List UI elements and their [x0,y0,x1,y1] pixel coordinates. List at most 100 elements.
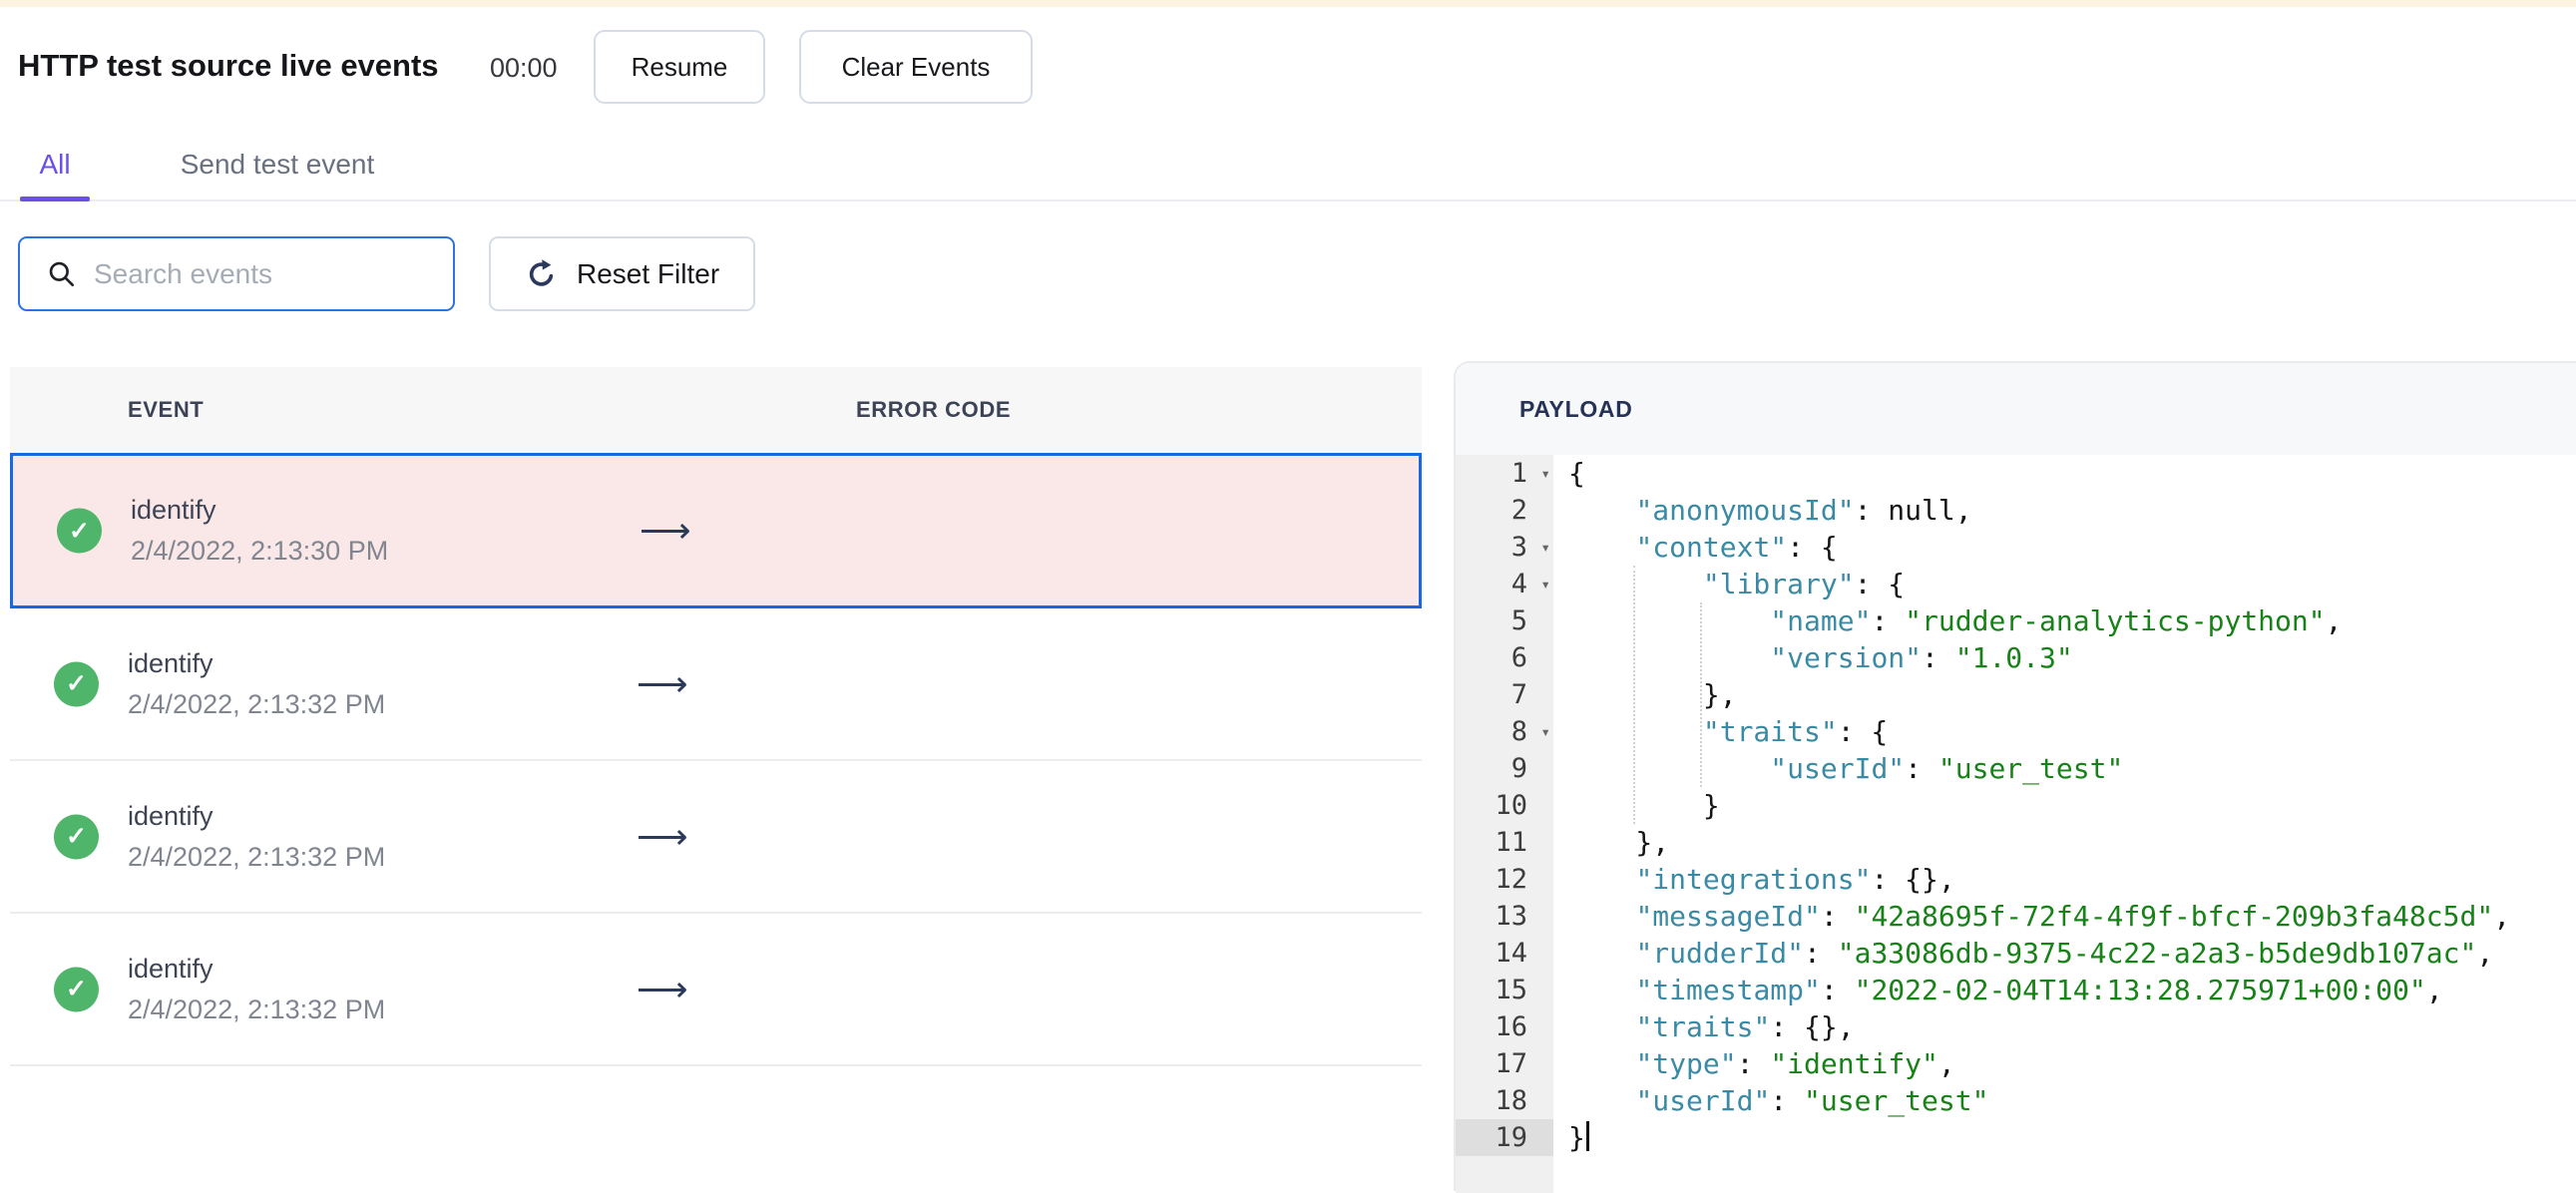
fold-arrow-icon[interactable]: ▾ [1540,713,1550,750]
event-row-inner: ✓ identify 2/4/2022, 2:13:32 PM ⟶ [10,761,1422,912]
json-punctuation: : [1770,1084,1805,1117]
success-check-icon: ✓ [54,814,99,859]
json-punctuation: } [1568,1121,1585,1154]
event-row[interactable]: ✓ identify 2/4/2022, 2:13:32 PM ⟶ [10,608,1422,761]
json-punctuation [1568,715,1703,748]
success-check-icon: ✓ [54,967,99,1011]
json-key: "traits" [1635,1010,1771,1043]
json-punctuation: } [1568,789,1720,822]
resume-button[interactable]: Resume [594,30,765,104]
event-name: identify [128,800,214,831]
event-row[interactable]: ✓ identify 2/4/2022, 2:13:32 PM ⟶ [10,914,1422,1066]
json-string-value: "rudder-analytics-python" [1905,604,2326,637]
fold-arrow-icon[interactable]: ▾ [1540,529,1550,566]
gutter-line-number: 12 [1495,864,1527,895]
open-event-arrow-icon[interactable]: ⟶ [637,663,688,705]
json-punctuation: : {}, [1871,863,1955,896]
json-code-line[interactable]: { [1568,455,2576,492]
event-timestamp: 2/4/2022, 2:13:32 PM [128,688,386,719]
json-string-value: "identify" [1770,1047,1938,1080]
event-text: identify 2/4/2022, 2:13:30 PM [131,495,388,567]
open-event-arrow-icon[interactable]: ⟶ [637,969,688,1010]
json-string-value: "a33086db-9375-4c22-a2a3-b5de9db107ac" [1837,937,2477,970]
payload-header: PAYLOAD [1456,363,2576,455]
json-punctuation [1568,752,1770,785]
gutter-line-number: 19 [1456,1119,1553,1156]
event-name: identify [128,953,214,984]
indent-guide [1633,566,1635,824]
event-text: identify 2/4/2022, 2:13:32 PM [128,801,385,873]
json-punctuation [1568,900,1635,933]
json-code-line[interactable]: "rudderId": "a33086db-9375-4c22-a2a3-b5d… [1568,935,2576,972]
reset-filter-button[interactable]: Reset Filter [489,236,756,311]
gutter-line-number: 2 [1510,495,1527,526]
json-code-line[interactable]: "userId": "user_test" [1568,750,2576,787]
json-punctuation [1568,641,1770,674]
json-code-line[interactable]: "name": "rudder-analytics-python", [1568,602,2576,639]
json-punctuation: , [2476,937,2494,970]
json-punctuation [1568,494,1635,527]
json-code-line[interactable]: }, [1568,824,2576,861]
event-text: identify 2/4/2022, 2:13:32 PM [128,954,385,1025]
top-accent-bar [0,0,2576,7]
json-code-line[interactable]: "integrations": {}, [1568,861,2576,898]
payload-title: PAYLOAD [1519,395,1633,422]
json-string-value: "1.0.3" [1954,641,2073,674]
json-code-line[interactable]: "type": "identify", [1568,1045,2576,1082]
json-punctuation: , [2325,604,2343,637]
json-key: "timestamp" [1635,974,1821,1006]
json-code-line[interactable]: "traits": {}, [1568,1008,2576,1045]
payload-json-editor[interactable]: 1 ▾ 2 3 ▾ 4 ▾ 5 6 7 8 ▾ 9 10 11 12 13 14 15 16 17 18 19 { "ano… [1456,455,2576,1193]
event-name: identify [131,495,216,525]
editor-gutter: 1 ▾ 2 3 ▾ 4 ▾ 5 6 7 8 ▾ 9 10 11 12 13 14 15 16 17 18 19 [1456,455,1553,1193]
gutter-line-number: 16 [1495,1011,1527,1042]
json-punctuation: : [1820,974,1855,1006]
json-punctuation: : [1922,641,1955,674]
json-punctuation: : [1820,900,1855,933]
json-key: "userId" [1635,1084,1771,1117]
tab-send-test-event[interactable]: Send test event [175,130,380,199]
open-event-arrow-icon[interactable]: ⟶ [640,510,691,552]
tab-all[interactable]: All [20,130,90,201]
event-rows: ✓ identify 2/4/2022, 2:13:30 PM ⟶ ✓ iden… [10,453,1422,1066]
json-code-line[interactable]: "context": { [1568,529,2576,566]
json-code-line[interactable]: "messageId": "42a8695f-72f4-4f9f-bfcf-20… [1568,898,2576,935]
json-punctuation [1568,1084,1635,1117]
json-code-line[interactable]: }, [1568,676,2576,713]
event-row-inner: ✓ identify 2/4/2022, 2:13:30 PM ⟶ [13,456,1419,605]
json-code-line[interactable]: "userId": "user_test" [1568,1082,2576,1119]
json-string-value: "user_test" [1937,752,2124,785]
json-punctuation [1568,1010,1635,1043]
column-header-event: EVENT [128,397,205,422]
success-check-icon: ✓ [54,661,99,706]
json-code-line[interactable]: } [1568,787,2576,824]
session-timer: 00:00 [490,53,558,83]
json-key: "context" [1635,531,1788,564]
open-event-arrow-icon[interactable]: ⟶ [637,816,688,858]
json-punctuation: : [1804,937,1838,970]
json-code-line[interactable]: "timestamp": "2022-02-04T14:13:28.275971… [1568,972,2576,1008]
tab-bar: All Send test event [0,130,2576,201]
fold-arrow-icon[interactable]: ▾ [1540,566,1550,602]
json-code-line[interactable]: "version": "1.0.3" [1568,639,2576,676]
event-row-inner: ✓ identify 2/4/2022, 2:13:32 PM ⟶ [10,914,1422,1064]
search-events-input[interactable] [94,257,433,290]
json-punctuation: , [2425,974,2443,1006]
event-row[interactable]: ✓ identify 2/4/2022, 2:13:30 PM ⟶ [10,453,1422,608]
event-row-inner: ✓ identify 2/4/2022, 2:13:32 PM ⟶ [10,608,1422,759]
fold-arrow-icon[interactable]: ▾ [1540,455,1550,492]
json-punctuation [1568,604,1770,637]
json-code-line[interactable]: "anonymousId": null, [1568,492,2576,529]
clear-events-button[interactable]: Clear Events [799,30,1033,104]
editor-code-area[interactable]: { "anonymousId": null, "context": { "lib… [1553,455,2576,1193]
event-row[interactable]: ✓ identify 2/4/2022, 2:13:32 PM ⟶ [10,761,1422,914]
json-punctuation: : [1905,752,1938,785]
json-punctuation [1568,863,1635,896]
json-code-line[interactable]: } [1568,1119,2576,1156]
success-check-icon: ✓ [57,508,102,554]
json-punctuation [1568,1047,1635,1080]
json-punctuation: : [1871,604,1906,637]
json-code-line[interactable]: "traits": { [1568,713,2576,750]
json-code-line[interactable]: "library": { [1568,566,2576,602]
events-table-header: EVENT ERROR CODE [10,367,1422,453]
